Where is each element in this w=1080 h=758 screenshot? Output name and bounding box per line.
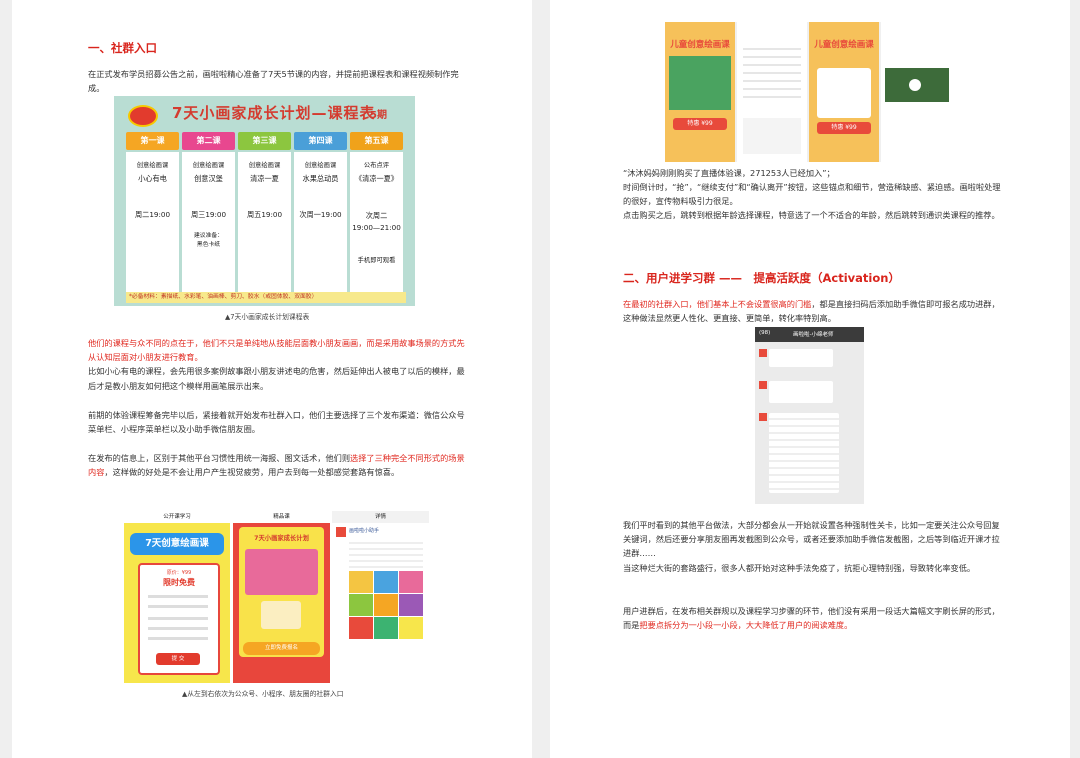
schedule-column: 第一课 创意绘画课 小心有电 周二19:00 [126,132,179,296]
unread-count: (98) [759,330,771,336]
caption-entrances: ▲从左到右依次为公众号、小程序、朋友圈的社群入口 [182,690,344,698]
price-button[interactable]: 特惠 ¥99 [817,122,871,134]
schedule-column: 第五课 公布点评 《清凉一夏》 次周二 19:00—21:00 手机即可观看 [350,132,403,296]
banner-text: 儿童创意绘画课 [814,40,874,50]
course-note: 手机即可观看 [357,257,396,264]
body-text: 比如小心有电的课程，会先用很多案例故事跟小朋友讲述电的危害，然后延伸出人被电了以… [88,366,465,391]
paragraph-scenes: 在发布的信息上，区别于其他平台习惯性用统一海报、图文话术，他们则选择了三种完全不… [88,451,468,479]
paragraph-course-difference: 他们的课程与众不同的点在于，他们不只是单纯地从技能层面教小朋友画画，而是采用故事… [88,336,468,393]
schedule-column: 第二课 创意绘画课 创意汉堡 周三19:00 建议准备： 黑色卡纸 [182,132,235,296]
materials-note: *必备材料：素描纸、水彩笔、油画棒、剪刀、胶水（或固体胶、双面胶） [126,292,406,303]
paragraph-immunity: 当这种烂大街的套路盛行，很多人都开始对这种手法免疫了，抗拒心理特别强，导致转化率… [623,563,976,573]
column-body: 创意绘画课 水果总动员 次周一19:00 [294,152,347,294]
submit-button[interactable]: 提 交 [156,653,200,665]
screenshot-mini-program: 精品课 7天小画家成长计划 立即免费报名 [233,511,330,683]
section-title-activation: 二、用户进学习群 —— 提高活跃度（Activation） [623,271,900,285]
body-text: ，这样做的好处是不会让用户产生视觉疲劳，用户去到每一处都感觉套路有惊喜。 [104,467,400,478]
group-chat-screenshot: 画啦啦-小绵老师 (98) [755,327,864,504]
screenshot-moments: 详情 画啦啦小助手 [332,511,429,683]
column-head: 第二课 [182,132,235,150]
course-type: 创意绘画课 [136,162,169,169]
column-body: 公布点评 《清凉一夏》 次周二 19:00—21:00 手机即可观看 [350,152,403,294]
highlight-text: 他们的课程与众不同的点在于，他们不只是单纯地从技能层面教小朋友画画，而是采用故事… [88,338,465,363]
poster: 7天小画家成长计划 [239,527,324,657]
column-body: 创意绘画课 小心有电 周二19:00 [126,152,179,294]
paragraph-after-purchase: 点击购买之后，跳转到根据年龄选择课程，特意选了一个不适合的年龄，然后跳转到通识类… [623,210,1000,220]
course-schedule-image: 7天小画家成长计划—课程表 5期 第一课 创意绘画课 小心有电 周二19:00 … [114,96,415,306]
course-time: 次周二 19:00—21:00 [352,211,401,232]
nav-title: 公开课学习 [124,511,230,523]
column-head: 第四课 [294,132,347,150]
course-time: 周三19:00 [190,210,227,219]
screenshot-4 [881,22,953,162]
paragraph-group-rules: 用户进群后，在发布相关群规以及课程学习步骤的环节，他们没有采用一段话大篇幅文字刷… [623,604,1003,632]
course-note: 建议准备： 黑色卡纸 [194,233,223,248]
paragraph-scarcity: 时间倒计时，“抢”，“继续支付”和“确认离开”按钮，这些锚点和细节，营造稀缺感、… [623,182,1001,207]
chat-title: 画啦啦-小绵老师 [793,332,834,338]
column-body: 创意绘画课 清凉一夏 周五19:00 [238,152,291,294]
screenshot-1: 儿童创意绘画课 特惠 ¥99 [665,22,735,162]
course-type: 创意绘画课 [248,162,281,169]
body-text: 在发布的信息上，区别于其他平台习惯性用统一海报、图文话术，他们则 [88,453,351,463]
author-name: 画啦啦小助手 [349,528,380,534]
course-name: 清凉一夏 [250,174,279,183]
course-name: 水果总动员 [302,174,339,183]
chat-header: 画啦啦-小绵老师 (98) [755,327,864,342]
section-title-community-entry: 一、社群入口 [88,41,157,55]
nav-title: 精品课 [233,511,330,523]
course-name: 《清凉一夏》 [354,174,399,183]
course-time: 周二19:00 [134,210,171,219]
price-button[interactable]: 特惠 ¥99 [673,118,727,130]
free-signup-button[interactable]: 立即免费报名 [243,642,320,655]
banner-title: 7天创意绘画课 [130,533,224,555]
column-head: 第五课 [350,132,403,150]
free-label: 限时免费 [163,578,195,587]
course-time: 次周一19:00 [299,210,342,219]
course-time: 周五19:00 [246,210,283,219]
course-name: 创意汉堡 [194,174,223,183]
brand-logo [128,105,158,127]
paragraph-purchase-notice: “沐沐妈妈刚刚购买了直播体验课，271253人已经加入”； [623,168,835,178]
paragraph-low-threshold: 在最初的社群入口，他们基本上不会设置很高的门槛，都是直接扫码后添加助手微信即可报… [623,297,1003,325]
screenshot-3: 儿童创意绘画课 特惠 ¥99 [809,22,879,162]
left-page: 一、社群入口 在正式发布学员招募公告之前，画啦啦精心准备了7天5节课的内容，并提… [12,0,532,758]
schedule-title-bar: 7天小画家成长计划—课程表 5期 [114,96,415,130]
original-price: 原价：¥99 [166,570,192,576]
column-body: 创意绘画课 创意汉堡 周三19:00 建议准备： 黑色卡纸 [182,152,235,294]
column-head: 第一课 [126,132,179,150]
column-head: 第三课 [238,132,291,150]
highlight-text: 把要点拆分为一小段一小段，大大降低了用户的阅读难度。 [639,620,853,631]
schedule-period: 5期 [370,110,387,121]
right-page: 儿童创意绘画课 特惠 ¥99 儿童创意绘画课 特惠 ¥99 “沐沐妈妈刚刚购买了… [550,0,1070,758]
poster-title: 7天小画家成长计划 [254,535,309,542]
paragraph-intro: 在正式发布学员招募公告之前，画啦啦精心准备了7天5节课的内容，并提前把课程表和课… [88,69,459,94]
paragraph-channels: 前期的体验课程筹备完毕以后，紧接着就开始发布社群入口，他们主要选择了三个发布渠道… [88,410,465,435]
screenshot-official-account: 公开课学习 7天创意绘画课 原价：¥99 限时免费 提 交 [124,511,230,683]
schedule-title: 7天小画家成长计划—课程表 [172,104,376,122]
course-type: 公布点评 [363,162,390,169]
caption-schedule: ▲7天小画家成长计划课程表 [225,313,310,321]
course-type: 创意绘画课 [304,162,337,169]
nav-title: 详情 [332,511,429,523]
paragraph-other-platforms: 我们平时看到的其他平台做法，大部分都会从一开始就设置各种强制性关卡，比如一定要关… [623,520,1000,559]
signup-card: 原价：¥99 限时免费 提 交 [138,563,220,675]
highlight-text: 在最初的社群入口，他们基本上不会设置很高的门槛 [623,299,812,309]
schedule-column: 第三课 创意绘画课 清凉一夏 周五19:00 [238,132,291,296]
banner-text: 儿童创意绘画课 [670,40,730,50]
schedule-column: 第四课 创意绘画课 水果总动员 次周一19:00 [294,132,347,296]
avatar [336,527,346,537]
screenshot-2 [737,22,807,162]
purchase-flow-screenshots: 儿童创意绘画课 特惠 ¥99 儿童创意绘画课 特惠 ¥99 [665,22,953,162]
course-type: 创意绘画课 [192,162,225,169]
course-name: 小心有电 [138,174,167,183]
